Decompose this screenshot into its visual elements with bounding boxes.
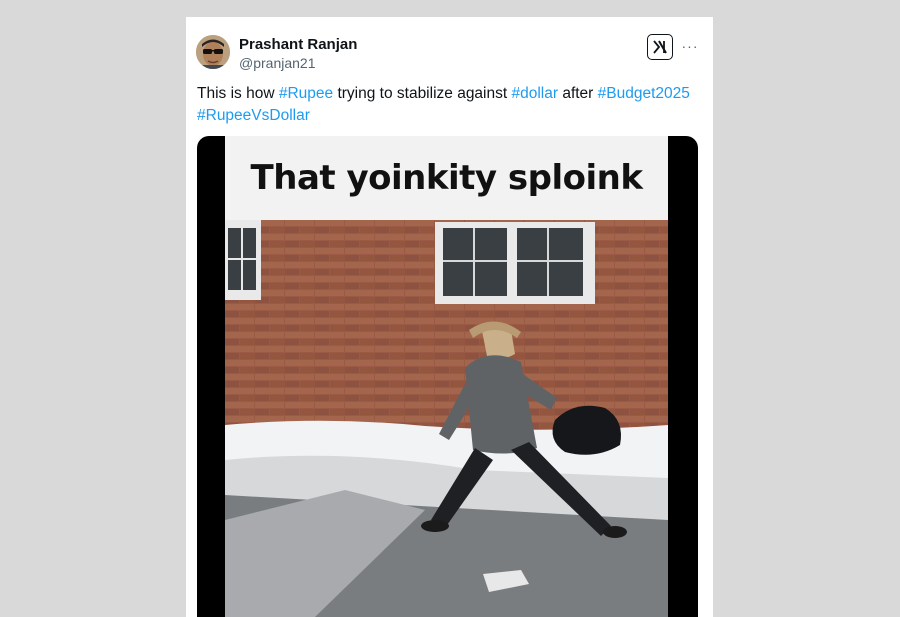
- tweet-text-segment: trying to stabilize against: [333, 85, 512, 102]
- gif-caption: That yoinkity sploink: [225, 136, 668, 220]
- hashtag-link[interactable]: #RupeeVsDollar: [197, 107, 310, 124]
- gif-scene-image: [225, 220, 668, 617]
- tweet-text-segment: This is how: [197, 85, 279, 102]
- avatar[interactable]: [196, 35, 230, 69]
- author-handle[interactable]: @pranjan21: [239, 55, 316, 71]
- hashtag-link[interactable]: #Budget2025: [598, 85, 690, 102]
- tweet-card: Prashant Ranjan @pranjan21 ··· This is h…: [186, 17, 713, 617]
- author-name[interactable]: Prashant Ranjan: [239, 36, 357, 53]
- tweet-text-segment: after: [558, 85, 598, 102]
- hashtag-link[interactable]: #Rupee: [279, 85, 333, 102]
- tweet-media[interactable]: That yoinkity sploink: [197, 136, 698, 617]
- x-logo-icon[interactable]: [647, 34, 673, 60]
- gif-frame: That yoinkity sploink: [225, 136, 668, 617]
- hashtag-link[interactable]: #dollar: [511, 85, 558, 102]
- more-options-icon[interactable]: ···: [681, 37, 699, 55]
- tweet-text: This is how #Rupee trying to stabilize a…: [197, 83, 702, 127]
